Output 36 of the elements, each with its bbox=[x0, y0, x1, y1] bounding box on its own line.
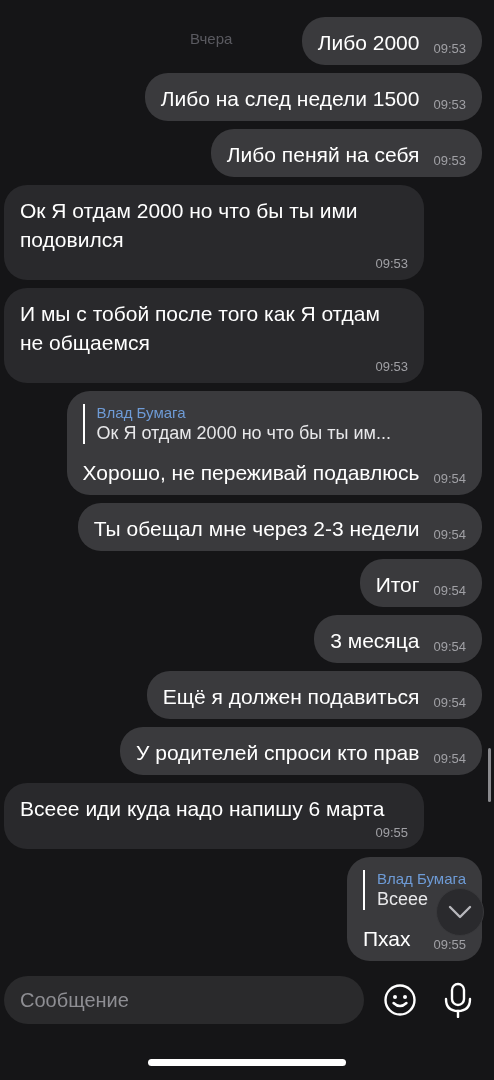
message-time: 09:54 bbox=[433, 526, 466, 543]
message-text: Итог bbox=[375, 572, 420, 598]
message-text: Либо на след недели 1500 bbox=[160, 86, 420, 112]
message-time: 09:54 bbox=[433, 750, 466, 767]
message-text: Ещё я должен подавиться bbox=[162, 684, 420, 710]
reply-text: Ок Я отдам 2000 но что бы ты им... bbox=[96, 423, 391, 444]
message-time: 09:53 bbox=[433, 96, 466, 113]
reply-author: Влад Бумага bbox=[96, 404, 186, 421]
message-text: Всеее иди куда надо напишу 6 марта bbox=[20, 796, 385, 822]
message-time: 09:53 bbox=[433, 40, 466, 57]
message-time: 09:54 bbox=[433, 470, 466, 487]
message-text: У родителей спроси кто прав bbox=[136, 740, 420, 766]
scrollbar[interactable] bbox=[488, 748, 491, 802]
message-time: 09:53 bbox=[375, 255, 408, 272]
message-input[interactable]: Сообщение bbox=[4, 976, 364, 1024]
message-time: 09:54 bbox=[433, 694, 466, 711]
message-time: 09:54 bbox=[433, 638, 466, 655]
chevron-down-icon bbox=[447, 904, 473, 920]
message-time: 09:55 bbox=[433, 936, 466, 953]
message-text: И мы с тобой после того как Я отдам не общаемся bbox=[20, 301, 381, 356]
message-text: Ты обещал мне через 2-3 недели bbox=[93, 516, 420, 542]
message-text: Либо пеняй на себя bbox=[226, 142, 420, 168]
message-time: 09:53 bbox=[375, 358, 408, 375]
smiley-icon bbox=[383, 983, 417, 1017]
message-text: Хорошо, не переживай подавлюсь bbox=[82, 460, 420, 486]
message-time: 09:54 bbox=[433, 582, 466, 599]
message-text: Либо 2000 bbox=[317, 30, 420, 56]
message-time: 09:53 bbox=[433, 152, 466, 169]
reply-text: Всеее bbox=[377, 889, 429, 910]
message-time: 09:55 bbox=[375, 824, 408, 841]
message-text: 3 месяца bbox=[330, 628, 420, 654]
reply-author: Влад Бумага bbox=[377, 870, 466, 887]
date-label: Вчера bbox=[190, 30, 233, 47]
microphone-icon bbox=[443, 982, 473, 1018]
message-text: Ок Я отдам 2000 но что бы ты ими подовился bbox=[20, 198, 359, 253]
message-text: Пхах bbox=[363, 926, 411, 952]
